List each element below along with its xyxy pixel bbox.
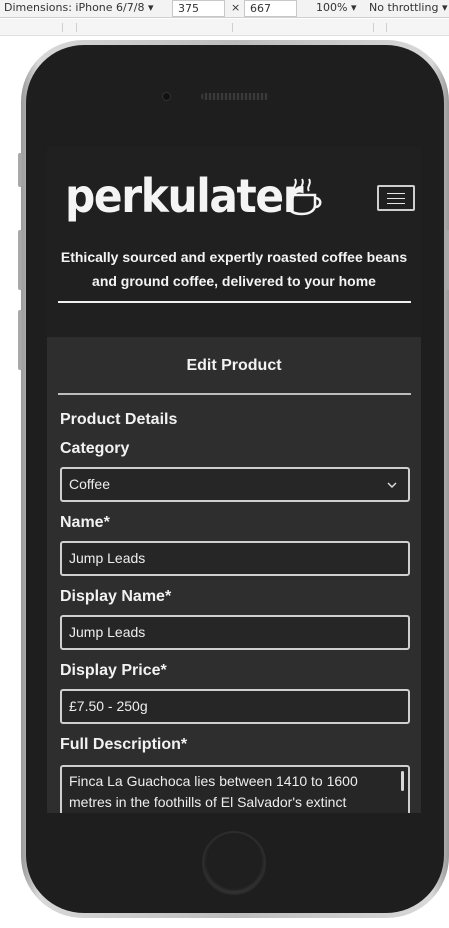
earpiece-speaker [201,93,269,100]
textarea-scrollbar[interactable] [401,771,404,791]
site-logo[interactable]: perkulater [65,169,304,223]
name-label: Name* [60,514,110,531]
mute-switch [18,153,22,187]
volume-down-button [18,310,22,370]
hamburger-menu-icon [387,193,405,194]
display-price-input[interactable]: £7.50 - 250g [60,689,410,724]
times-symbol: × [231,1,241,14]
name-input[interactable]: Jump Leads [60,541,410,576]
width-input[interactable]: 375 [172,0,225,17]
ruler-tick [373,23,374,32]
full-description-label: Full Description* [60,736,188,753]
ruler-tick [76,23,77,32]
full-description-value: Finca La Guachoca lies between 1410 to 1… [69,773,358,810]
front-camera [162,92,171,101]
hamburger-menu-icon [387,203,405,204]
ruler-tick [232,23,233,32]
ruler-tick [62,23,63,32]
header-divider [58,301,411,303]
home-button[interactable] [202,831,266,895]
coffee-cup-icon [286,178,322,216]
zoom-label: 100% [316,1,348,14]
height-input[interactable]: 667 [244,0,297,17]
throttling-select[interactable]: No throttling ▾ [369,1,447,14]
display-name-input[interactable]: Jump Leads [60,615,410,650]
category-value: Coffee [69,476,110,492]
device-dimensions-select[interactable]: Dimensions: iPhone 6/7/8 ▾ [4,1,153,14]
page-title: Edit Product [186,357,282,374]
display-price-label: Display Price* [60,662,167,679]
edit-product-form: Edit Product Product Details Category Co… [47,337,421,813]
display-name-label: Display Name* [60,588,172,605]
device-label: Dimensions: iPhone 6/7/8 [4,1,145,14]
ruler-tick [386,23,387,32]
hamburger-menu-icon [387,198,405,199]
category-label: Category [60,440,130,457]
title-divider [58,393,411,395]
section-title: Product Details [60,411,178,428]
zoom-select[interactable]: 100% ▾ [316,1,356,14]
site-header: perkulater Ethically sourced and expertl… [47,147,421,337]
volume-up-button [18,230,22,290]
full-description-textarea[interactable]: Finca La Guachoca lies between 1410 to 1… [60,765,410,813]
menu-toggle-button[interactable] [377,185,415,211]
category-select[interactable]: Coffee [60,467,410,502]
device-screen: perkulater Ethically sourced and expertl… [47,147,421,813]
media-query-ruler [0,19,449,36]
devtools-toolbar: Dimensions: iPhone 6/7/8 ▾ 375 × 667 100… [0,0,449,18]
chevron-down-icon [387,482,397,488]
site-tagline: Ethically sourced and expertly roasted c… [60,249,408,289]
throttling-label: No throttling [369,1,439,14]
